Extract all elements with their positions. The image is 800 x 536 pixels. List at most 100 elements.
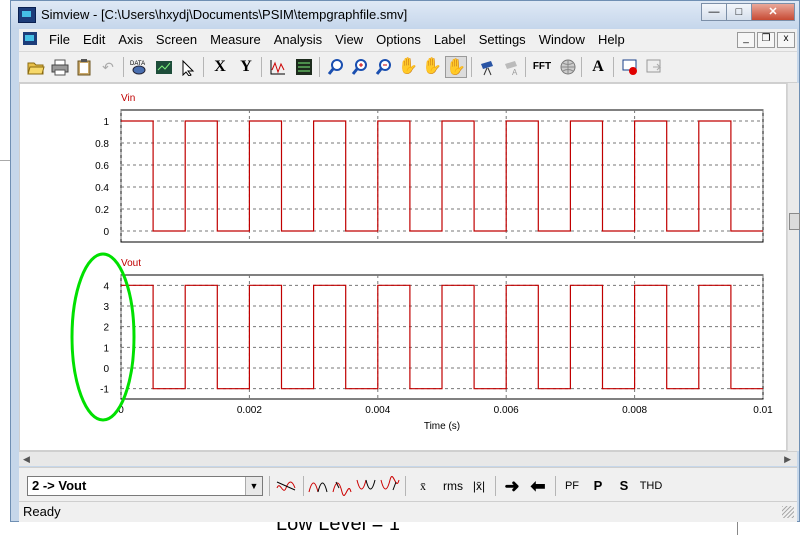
window-title: Simview - [C:\Users\hxydj\Documents\PSIM… bbox=[41, 7, 408, 22]
toolbar-separator bbox=[471, 57, 472, 77]
toolbar-separator bbox=[613, 57, 614, 77]
y-axis-icon[interactable]: Y bbox=[235, 56, 257, 78]
thd-button[interactable]: THD bbox=[637, 476, 665, 496]
hand-pressed-icon[interactable]: ✋ bbox=[445, 56, 467, 78]
rms-button[interactable]: rms bbox=[439, 476, 467, 496]
measure-bar: 2 -> Vout ▼ x̄ rms |x̄| ➜ ⬅ PF P S THD bbox=[19, 467, 797, 502]
max-wave-icon[interactable] bbox=[307, 476, 329, 496]
window-controls: — □ ✕ bbox=[701, 3, 795, 21]
arrow-right-icon[interactable]: ➜ bbox=[501, 476, 523, 496]
toolbar-separator bbox=[269, 476, 270, 496]
mdi-restore-button[interactable]: ❐ bbox=[757, 32, 775, 48]
toolbar-separator bbox=[123, 57, 124, 77]
y-tick-label: -1 bbox=[100, 385, 109, 396]
undo-icon[interactable]: ↶ bbox=[97, 56, 119, 78]
power-factor-button[interactable]: PF bbox=[561, 476, 583, 496]
menu-measure[interactable]: Measure bbox=[210, 32, 261, 47]
real-power-button[interactable]: P bbox=[587, 476, 609, 496]
horizontal-scrollbar[interactable]: ◀ ▶ bbox=[19, 451, 797, 466]
toolbar-separator bbox=[495, 476, 496, 496]
plot-title: Vout bbox=[121, 258, 141, 269]
chevron-down-icon[interactable]: ▼ bbox=[245, 477, 262, 495]
vertical-scroll-thumb[interactable] bbox=[789, 213, 800, 230]
data-icon[interactable]: DATA bbox=[127, 56, 149, 78]
y-tick-label: 2 bbox=[103, 323, 109, 334]
menu-window[interactable]: Window bbox=[539, 32, 585, 47]
toolbar-separator bbox=[203, 57, 204, 77]
pan-hand-icon[interactable]: ✋ bbox=[397, 56, 419, 78]
mdi-minimize-button[interactable]: _ bbox=[737, 32, 755, 48]
toolbar-separator bbox=[581, 57, 582, 77]
export-icon[interactable] bbox=[643, 56, 665, 78]
trace-select[interactable]: 2 -> Vout ▼ bbox=[27, 476, 263, 496]
y-tick-label: 0.8 bbox=[95, 139, 109, 150]
waveform-plots[interactable]: 10.80.60.40.20Vin43210-1Vout0 0.002 0.004 0… bbox=[20, 84, 786, 450]
maximize-button[interactable]: □ bbox=[726, 3, 752, 21]
series-line-vout bbox=[121, 284, 763, 390]
x-tick-label: 0.006 bbox=[494, 405, 519, 416]
menu-screen[interactable]: Screen bbox=[156, 32, 197, 47]
y-tick-label: 0 bbox=[103, 364, 109, 375]
waveform-icon[interactable] bbox=[267, 56, 289, 78]
x-axis-icon[interactable]: X bbox=[209, 56, 231, 78]
globe-icon[interactable] bbox=[557, 56, 579, 78]
x-tick-label: 0.004 bbox=[365, 405, 390, 416]
mean-button[interactable]: x̄ bbox=[415, 476, 431, 496]
apparent-power-button[interactable]: S bbox=[613, 476, 635, 496]
abs-mean-button[interactable]: |x̄| bbox=[469, 476, 489, 496]
scroll-left-arrow[interactable]: ◀ bbox=[23, 454, 30, 465]
data-chart-icon[interactable] bbox=[153, 56, 175, 78]
x-axis-label: Time (s) bbox=[424, 421, 460, 432]
plot-area[interactable]: 1 0.8 0.6 0.4 0.2 0 Vin 4 3 2 1 0 -1 Vout 0 0.002 0.004 0… bbox=[19, 83, 787, 451]
x-tick-label: 0.002 bbox=[237, 405, 262, 416]
trace-select-value: 2 -> Vout bbox=[32, 478, 87, 493]
scroll-right-arrow[interactable]: ▶ bbox=[784, 454, 791, 465]
record-icon[interactable] bbox=[619, 56, 641, 78]
close-button[interactable]: ✕ bbox=[751, 3, 795, 21]
table-icon[interactable] bbox=[293, 56, 315, 78]
telescope-icon[interactable] bbox=[477, 56, 499, 78]
mdi-close-button[interactable]: x bbox=[777, 32, 795, 48]
toolbar-separator bbox=[525, 57, 526, 77]
menu-bar: File Edit Axis Screen Measure Analysis View Opt… bbox=[19, 29, 797, 52]
open-folder-icon[interactable] bbox=[25, 56, 47, 78]
vertical-scrollbar[interactable] bbox=[787, 83, 800, 451]
menu-analysis[interactable]: Analysis bbox=[274, 32, 322, 47]
clipboard-icon[interactable] bbox=[73, 56, 95, 78]
menu-label[interactable]: Label bbox=[434, 32, 466, 47]
print-icon[interactable] bbox=[49, 56, 71, 78]
document-icon[interactable] bbox=[23, 32, 37, 45]
average-wave-icon[interactable] bbox=[275, 476, 297, 496]
zoom-out-icon[interactable] bbox=[373, 56, 395, 78]
menu-file[interactable]: File bbox=[49, 32, 70, 47]
y-tick-label: 0 bbox=[103, 227, 109, 238]
x-tick-label: 0.008 bbox=[622, 405, 647, 416]
menu-view[interactable]: View bbox=[335, 32, 363, 47]
background-divider bbox=[737, 520, 738, 535]
min-wave-icon[interactable] bbox=[355, 476, 377, 496]
arrow-left-icon[interactable]: ⬅ bbox=[527, 476, 549, 496]
toolbar-separator bbox=[319, 57, 320, 77]
toolbar-separator bbox=[405, 476, 406, 496]
toolbar: ↶ DATA X Y ✋ ✋ ✋ A FFT A bbox=[19, 52, 797, 83]
peak-wave-icon[interactable] bbox=[331, 476, 353, 496]
resize-grip[interactable] bbox=[782, 506, 794, 518]
valley-wave-icon[interactable] bbox=[379, 476, 401, 496]
toolbar-separator bbox=[261, 57, 262, 77]
y-tick-label: 3 bbox=[103, 302, 109, 313]
pointer-icon[interactable] bbox=[177, 56, 199, 78]
y-tick-label: 4 bbox=[103, 281, 109, 292]
menu-settings[interactable]: Settings bbox=[479, 32, 526, 47]
title-bar[interactable]: Simview - [C:\Users\hxydj\Documents\PSIM… bbox=[11, 1, 799, 29]
menu-edit[interactable]: Edit bbox=[83, 32, 105, 47]
zoom-in-icon[interactable] bbox=[349, 56, 371, 78]
menu-axis[interactable]: Axis bbox=[118, 32, 143, 47]
text-marker-icon[interactable]: A bbox=[501, 56, 523, 78]
menu-help[interactable]: Help bbox=[598, 32, 625, 47]
font-icon[interactable]: A bbox=[587, 56, 609, 78]
minimize-button[interactable]: — bbox=[701, 3, 727, 21]
zoom-icon[interactable] bbox=[325, 56, 347, 78]
fft-icon[interactable]: FFT bbox=[531, 56, 553, 78]
hand-plus-icon[interactable]: ✋ bbox=[421, 56, 443, 78]
menu-options[interactable]: Options bbox=[376, 32, 421, 47]
